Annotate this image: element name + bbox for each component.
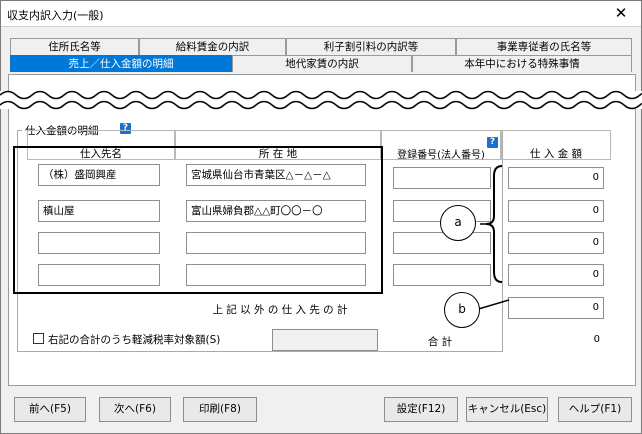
prev-button[interactable]: 前へ(F5) xyxy=(14,397,86,422)
tab-salary[interactable]: 給料賃金の内訳 xyxy=(139,38,286,55)
highlight-box xyxy=(13,146,383,294)
header-registration: 登録番号(法人番号) xyxy=(397,150,485,161)
registration-number-field[interactable] xyxy=(393,232,491,254)
total-label: 合 計 xyxy=(427,336,453,348)
tab-sales-purchases[interactable]: 売上／仕入金額の明細 xyxy=(10,55,232,72)
other-suppliers-total-field[interactable]: 0 xyxy=(508,297,604,319)
close-icon[interactable]: ✕ xyxy=(607,3,635,23)
brace-annotation xyxy=(480,165,503,283)
tab-interest[interactable]: 利子割引料の内訳等 xyxy=(286,38,456,55)
settings-button[interactable]: 設定(F12) xyxy=(384,397,458,422)
callout-a: a xyxy=(440,205,476,241)
amount-field[interactable]: 0 xyxy=(508,264,604,286)
amount-field[interactable]: 0 xyxy=(508,232,604,254)
amount-field[interactable]: 0 xyxy=(508,167,604,189)
registration-number-field[interactable] xyxy=(393,167,491,189)
callout-b: b xyxy=(444,292,480,328)
registration-number-field[interactable] xyxy=(393,264,491,286)
tab-address-name[interactable]: 住所氏名等 xyxy=(10,38,139,55)
reg-help-icon[interactable]: ? xyxy=(487,137,498,148)
help-button[interactable]: ヘルプ(F1) xyxy=(558,397,632,422)
tab-special-circumstances[interactable]: 本年中における特殊事情 xyxy=(412,55,632,72)
callout-b-pointer xyxy=(475,299,510,311)
header-amount: 仕 入 金 額 xyxy=(529,148,582,160)
next-button[interactable]: 次へ(F6) xyxy=(99,397,171,422)
amount-field[interactable]: 0 xyxy=(508,200,604,222)
window-title: 収支内訳入力(一般) xyxy=(7,9,104,22)
print-button[interactable]: 印刷(F8) xyxy=(183,397,257,422)
break-wave xyxy=(0,90,642,110)
reduced-rate-amount-field[interactable] xyxy=(272,329,378,351)
reduced-rate-label: 右記の合計のうち軽減税率対象額(S) xyxy=(48,334,221,346)
reduced-rate-checkbox[interactable] xyxy=(33,333,44,344)
other-suppliers-label: 上 記 以 外 の 仕 入 先 の 計 xyxy=(212,304,348,316)
tab-rent[interactable]: 地代家賃の内訳 xyxy=(232,55,412,72)
tab-family-employee[interactable]: 事業専従者の氏名等 xyxy=(456,38,632,55)
total-value: 0 xyxy=(593,334,600,345)
cancel-button[interactable]: キャンセル(Esc) xyxy=(466,397,548,422)
title-bar: 収支内訳入力(一般) ✕ xyxy=(1,1,641,27)
